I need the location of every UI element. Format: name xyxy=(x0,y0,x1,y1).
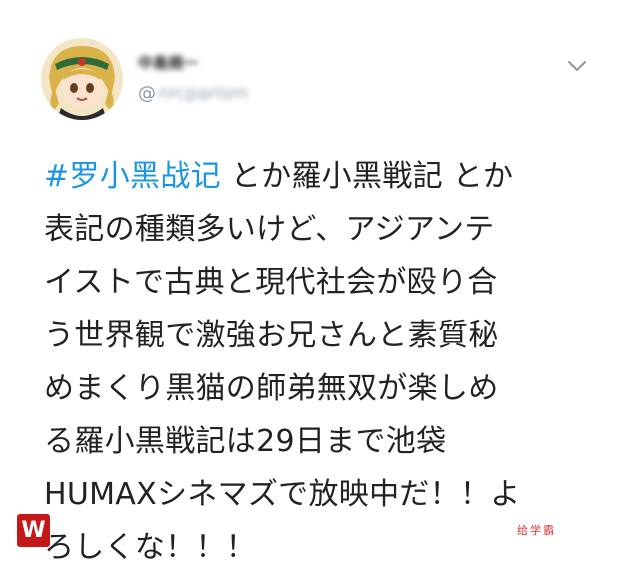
watermark-text: 给学霸 xyxy=(517,524,556,537)
chevron-down-icon xyxy=(568,61,586,71)
author-handle[interactable]: @ nrcparism xyxy=(138,82,248,104)
handle-name: nrcparism xyxy=(158,82,249,104)
tweet-line-6: る羅小黒戦記は29日まで池袋 xyxy=(44,424,447,459)
tweet-card: 中島規一 @ nrcparism #罗小黑战记 とか羅小黑戦記 とか 表記の種類… xyxy=(0,0,628,565)
tweet-line-7: HUMAXシネマズで放映中だ！！よ xyxy=(44,477,521,512)
tweet-menu-button[interactable] xyxy=(566,58,588,74)
watermark-logo: W xyxy=(17,514,50,547)
tweet-line-2: 表記の種類多いけど、アジアンテ xyxy=(44,212,495,247)
tweet-line-1-text: とか羅小黑戦記 とか xyxy=(220,159,514,194)
avatar[interactable] xyxy=(41,38,123,120)
tweet-line-5: めまくり黒猫の師弟無双が楽しめ xyxy=(44,371,499,406)
tweet-line-3: イストで古典と現代社会が殴り合 xyxy=(44,265,498,300)
tweet-line-1: #罗小黑战记 とか羅小黑戦記 とか xyxy=(44,150,604,203)
handle-at-sign: @ xyxy=(138,82,156,104)
author-display-name[interactable]: 中島規一 xyxy=(138,52,228,70)
tweet-line-4: う世界観で激強お兄さんと素質秘 xyxy=(44,318,499,353)
hashtag-link[interactable]: #罗小黑战记 xyxy=(44,159,221,194)
tweet-text: #罗小黑战记 とか羅小黑戦記 とか 表記の種類多いけど、アジアンテ イストで古典… xyxy=(44,150,604,574)
avatar-illustration-icon xyxy=(41,38,123,120)
